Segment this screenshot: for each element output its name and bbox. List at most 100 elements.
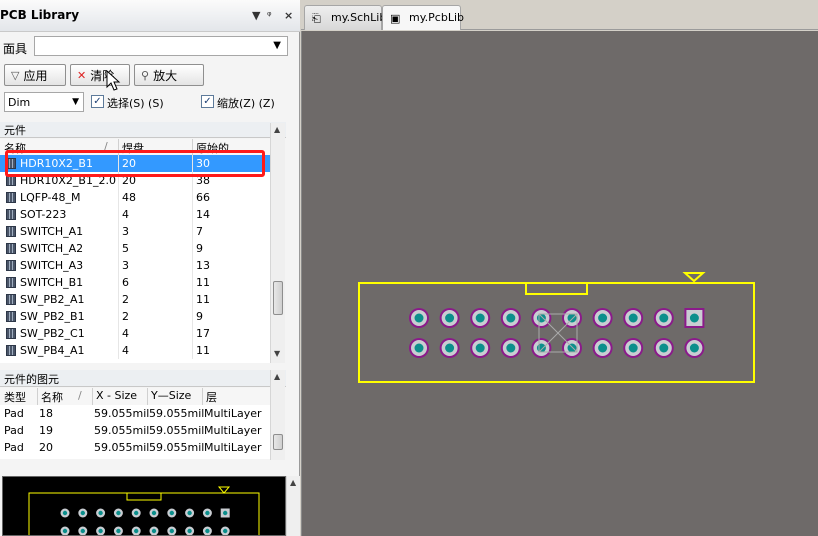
component-row[interactable]: SW_PB2_A1 2 11 — [0, 291, 270, 308]
primitive-layer: MultiLayer — [204, 407, 262, 420]
scrollbar-thumb[interactable] — [273, 434, 283, 450]
pad[interactable] — [470, 338, 491, 358]
preview-pad — [167, 526, 177, 536]
primitive-row[interactable]: Pad 20 59.055mil 59.055mil MultiLayer — [0, 439, 270, 456]
component-row[interactable]: SWITCH_B1 6 11 — [0, 274, 270, 291]
column-header-name[interactable]: 名称 — [41, 389, 63, 405]
cell-divider — [192, 206, 193, 223]
chevron-down-icon[interactable]: ▼ — [273, 40, 281, 51]
zoom-checkbox[interactable]: ✓ — [201, 95, 214, 108]
origin-marker — [538, 313, 578, 353]
tab-my-schlib[interactable]: ⎗ my.SchLib — [304, 5, 386, 30]
polarity-notch — [525, 282, 588, 295]
scroll-down-icon[interactable]: ▼ — [274, 349, 280, 358]
component-row[interactable]: SOT-223 4 14 — [0, 206, 270, 223]
column-header-ysize[interactable]: Y—Size — [151, 389, 191, 402]
cell-divider — [118, 189, 119, 206]
tab-my-pcblib[interactable]: ▣ my.PcbLib — [382, 5, 464, 30]
component-row[interactable]: SWITCH_A2 5 9 — [0, 240, 270, 257]
component-row[interactable]: SW_PB2_B1 2 9 — [0, 308, 270, 325]
apply-button[interactable]: ▽ 应用 — [4, 64, 66, 86]
preview-pad — [220, 526, 230, 536]
chevron-down-icon[interactable]: ▼ — [72, 97, 79, 107]
preview-pad — [60, 508, 70, 518]
component-row[interactable]: SWITCH_A1 3 7 — [0, 223, 270, 240]
component-name: SWITCH_A2 — [20, 242, 84, 255]
pad[interactable] — [653, 338, 674, 358]
pcb-editor-canvas[interactable] — [301, 31, 818, 536]
cell-divider — [118, 291, 119, 308]
pad[interactable] — [409, 338, 429, 358]
component-pad-count: 3 — [122, 259, 129, 272]
column-divider[interactable] — [202, 388, 203, 405]
primitives-column-headers: 类型 名称 / X - Size Y—Size 层 — [0, 388, 270, 405]
pad[interactable] — [531, 338, 552, 358]
preview-scrollbar[interactable]: ▲ — [286, 476, 300, 536]
preview-pad — [96, 526, 106, 536]
primitive-layer: MultiLayer — [204, 441, 262, 454]
pad[interactable] — [562, 308, 582, 328]
column-header-type[interactable]: 类型 — [4, 389, 26, 405]
preview-pad — [113, 508, 123, 518]
scroll-up-icon[interactable]: ▲ — [290, 478, 296, 487]
component-chip-icon — [6, 209, 16, 220]
preview-pad — [131, 508, 141, 518]
column-divider[interactable] — [37, 388, 38, 405]
scroll-up-icon[interactable]: ▲ — [274, 125, 280, 134]
pad[interactable] — [470, 308, 491, 328]
column-header-xsize[interactable]: X - Size — [96, 389, 137, 402]
panel-close-icon[interactable]: × — [284, 9, 293, 22]
pad[interactable] — [409, 308, 429, 328]
components-scrollbar[interactable]: ▲ ▼ — [270, 123, 285, 363]
column-divider[interactable] — [147, 388, 148, 405]
preview-pads — [60, 508, 230, 536]
pad[interactable] — [623, 338, 644, 358]
preview-pad — [220, 508, 230, 518]
footprint-preview[interactable] — [2, 476, 286, 536]
component-primitive-count: 14 — [196, 208, 210, 221]
component-chip-icon — [6, 328, 16, 339]
primitive-row[interactable]: Pad 18 59.055mil 59.055mil MultiLayer — [0, 405, 270, 422]
pad[interactable] — [623, 308, 644, 328]
pad[interactable] — [653, 308, 674, 328]
primitive-type: Pad — [4, 424, 24, 437]
component-chip-icon — [6, 277, 16, 288]
preview-pad — [185, 508, 195, 518]
tab-label: my.SchLib — [331, 11, 387, 24]
scroll-up-icon[interactable]: ▲ — [274, 372, 280, 381]
pad[interactable] — [531, 308, 552, 328]
component-row[interactable]: SWITCH_A3 3 13 — [0, 257, 270, 274]
preview-pad — [131, 526, 141, 536]
column-divider[interactable] — [92, 388, 93, 405]
primitives-scrollbar[interactable]: ▲ — [270, 370, 285, 460]
pad[interactable] — [439, 338, 460, 358]
pad[interactable] — [500, 338, 521, 358]
select-checkbox[interactable]: ✓ — [91, 95, 104, 108]
zoom-button[interactable]: ⚲ 放大 — [134, 64, 204, 86]
preview-pad — [78, 508, 88, 518]
mask-mode-select[interactable]: Dim ▼ — [4, 92, 84, 112]
panel-menu-dropdown-icon[interactable]: ▼ — [252, 9, 260, 22]
component-row[interactable]: SW_PB2_C1 4 17 — [0, 325, 270, 342]
component-row[interactable]: LQFP-48_M 48 66 — [0, 189, 270, 206]
component-name: SWITCH_A1 — [20, 225, 84, 238]
pad[interactable] — [500, 308, 521, 328]
mask-input[interactable]: ▼ — [34, 36, 288, 56]
panel-pin-icon[interactable]: ᵠ — [267, 9, 272, 22]
component-pad-count: 4 — [122, 208, 129, 221]
scrollbar-thumb[interactable] — [273, 281, 283, 315]
mask-label: 面具 — [3, 42, 28, 56]
pad-pin1[interactable] — [684, 308, 705, 328]
component-row[interactable]: SW_PB4_A1 4 11 — [0, 342, 270, 359]
primitive-row[interactable]: Pad 19 59.055mil 59.055mil MultiLayer — [0, 422, 270, 439]
pad[interactable] — [562, 338, 582, 358]
pad-array — [409, 308, 705, 358]
pad[interactable] — [684, 338, 705, 358]
column-header-layer[interactable]: 层 — [206, 389, 217, 405]
pad[interactable] — [592, 308, 613, 328]
primitives-header-label: 元件的图元 — [4, 373, 59, 386]
pad[interactable] — [439, 308, 460, 328]
component-primitive-count: 11 — [196, 344, 210, 357]
primitive-layer: MultiLayer — [204, 424, 262, 437]
pad[interactable] — [592, 338, 613, 358]
